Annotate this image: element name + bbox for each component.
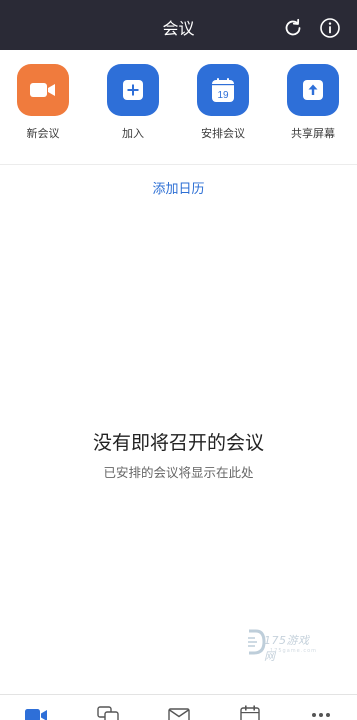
join-label: 加入 bbox=[122, 127, 144, 140]
new-meeting-label: 新会议 bbox=[26, 127, 60, 140]
schedule-label: 安排会议 bbox=[201, 127, 245, 140]
info-icon[interactable] bbox=[319, 17, 341, 39]
tab-mail-icon[interactable] bbox=[167, 705, 191, 720]
share-screen-label: 共享屏幕 bbox=[291, 127, 335, 140]
upload-arrow-icon bbox=[303, 80, 323, 100]
watermark: 175游戏网 175game.com bbox=[246, 628, 316, 663]
share-screen-tile[interactable] bbox=[287, 64, 339, 116]
refresh-icon[interactable] bbox=[282, 17, 304, 39]
tab-calendar-icon[interactable] bbox=[238, 705, 262, 720]
new-meeting-tile[interactable] bbox=[17, 64, 69, 116]
watermark-logo-icon bbox=[248, 629, 266, 655]
add-calendar-link[interactable]: 添加日历 bbox=[0, 178, 357, 197]
share-screen-button[interactable]: 共享屏幕 bbox=[278, 64, 348, 141]
schedule-button[interactable]: 19 安排会议 bbox=[188, 64, 258, 141]
plus-icon bbox=[123, 80, 143, 100]
empty-state-subtitle: 已安排的会议将显示在此处 bbox=[103, 465, 254, 480]
tab-meetings-video-icon[interactable] bbox=[24, 705, 48, 720]
join-button[interactable]: 加入 bbox=[98, 64, 168, 141]
calendar-day-text: 19 bbox=[217, 90, 229, 101]
new-meeting-button[interactable]: 新会议 bbox=[8, 64, 78, 141]
schedule-tile[interactable]: 19 bbox=[197, 64, 249, 116]
video-camera-icon bbox=[30, 83, 55, 97]
tab-chat-icon[interactable] bbox=[96, 705, 120, 720]
top-bar: 会议 bbox=[0, 0, 357, 50]
tab-more-icon[interactable] bbox=[309, 705, 333, 720]
calendar-icon: 19 bbox=[212, 78, 234, 102]
join-tile[interactable] bbox=[107, 64, 159, 116]
bottom-tab-bar bbox=[0, 694, 357, 720]
meeting-actions: 新会议 加入 19 安排会议 共享屏幕 bbox=[0, 50, 357, 165]
watermark-subtext: 175game.com bbox=[270, 648, 317, 654]
empty-state-title: 没有即将召开的会议 bbox=[92, 432, 264, 454]
